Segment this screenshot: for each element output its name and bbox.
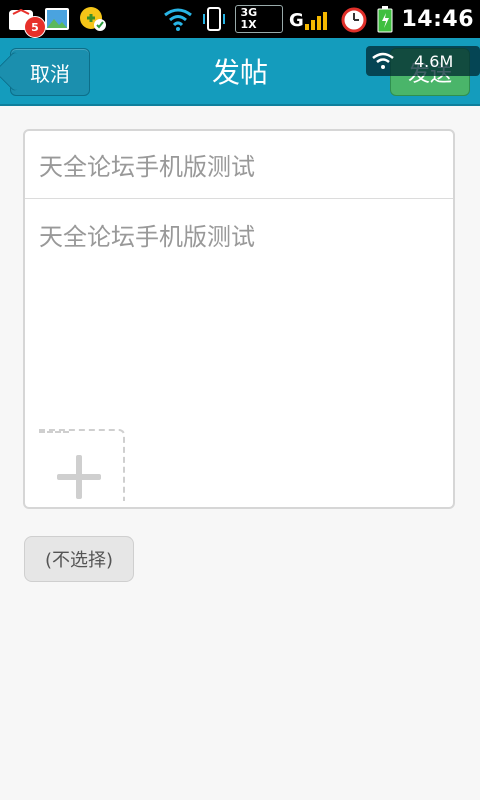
body-input[interactable]: 天全论坛手机版测试 xyxy=(39,217,255,252)
wifi-icon xyxy=(163,6,193,32)
status-bar-system: 3G 1X G 14:46 xyxy=(163,4,474,34)
wifi-icon xyxy=(366,46,400,76)
body-input-text: 天全论坛手机版测试 xyxy=(39,223,255,251)
compose-card: 天全论坛手机版测试 天全论坛手机版测试 xyxy=(23,129,455,509)
svg-text:G: G xyxy=(289,10,304,31)
title-input-text: 天全论坛手机版测试 xyxy=(39,153,255,181)
add-image-icon xyxy=(57,455,101,499)
title-input[interactable]: 天全论坛手机版测试 xyxy=(25,131,453,199)
category-select-label: (不选择) xyxy=(44,550,114,571)
gallery-icon xyxy=(42,6,72,32)
status-bar-notifications: 5 xyxy=(6,4,108,38)
battery-icon xyxy=(375,6,395,33)
plugin-icon xyxy=(78,6,108,32)
status-bar: 5 3G 1X G 14:46 xyxy=(0,0,480,38)
add-image-button[interactable] xyxy=(39,429,125,501)
notification-badge: 5 xyxy=(24,16,46,38)
network-speed-overlay: 4.6M xyxy=(366,46,480,76)
alarm-icon xyxy=(339,6,369,33)
clock: 14:46 xyxy=(401,6,474,32)
vibrate-icon xyxy=(199,6,229,32)
app-icon: 5 xyxy=(6,6,46,38)
category-select[interactable]: (不选择) xyxy=(24,536,134,582)
signal-icon: G xyxy=(289,6,333,32)
network-speed: 4.6M xyxy=(414,51,454,71)
network-indicator: 3G 1X xyxy=(235,5,284,33)
